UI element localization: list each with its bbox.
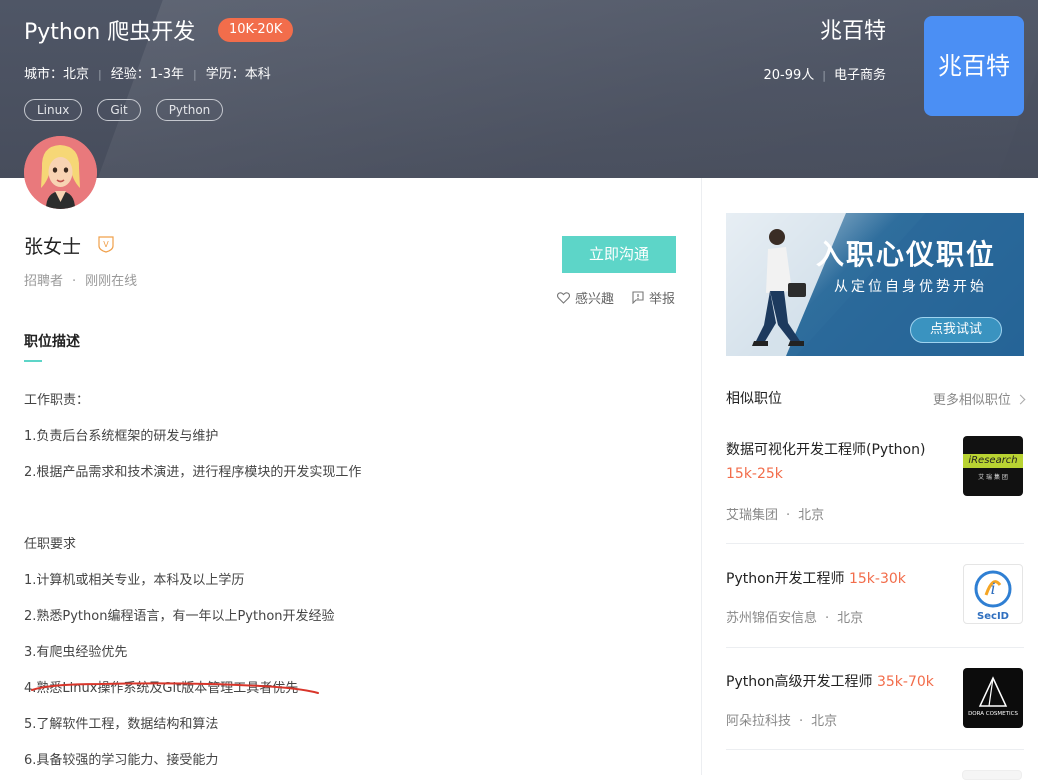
job-actions: 感兴趣 举报 <box>556 288 675 307</box>
company-size: 20-99人 <box>763 68 815 83</box>
similar-job-company: 苏州锦佰安信息 · 北京 <box>726 611 864 626</box>
similar-job-salary: 15k-25k <box>726 466 783 482</box>
duty-item: 1.负责后台系统框架的研发与维护 <box>24 429 219 444</box>
requirements-heading: 任职要求 <box>24 537 77 552</box>
recruiter-status: 招聘者 · 刚刚在线 <box>24 274 138 289</box>
similar-job-title: 数据可视化开发工程师(Python) <box>726 442 926 458</box>
similar-job-item[interactable]: Python高级开发工程师 35k-70k 阿朵拉科技 · 北京 DORA COSM… <box>726 668 1024 750</box>
promo-banner[interactable]: 入职心仪职位 从定位自身优势开始 点我试试 <box>726 213 1024 356</box>
requirement-item: 6.具备较强的学习能力、接受能力 <box>24 753 219 768</box>
job-meta: 城市：北京 | 经验：1-3年 | 学历：本科 <box>24 67 271 82</box>
similar-job-item[interactable]: Python开发工程师 15k-30k 苏州锦佰安信息 · 北京 i SecID <box>726 564 1024 648</box>
svg-text:SecID: SecID <box>977 611 1009 622</box>
requirement-item: 3.有爬虫经验优先 <box>24 645 128 660</box>
tag-git[interactable]: Git <box>97 99 141 121</box>
company-meta: 20-99人 | 电子商务 <box>763 68 886 83</box>
company-logo[interactable]: 兆百特 <box>924 16 1024 116</box>
banner-try-button[interactable]: 点我试试 <box>910 317 1002 343</box>
similar-job-title: Python开发工程师 15k-30k <box>726 571 906 587</box>
similar-job-item[interactable]: 数据可视化开发工程师(Python) 15k-25k 艾瑞集团 · 北京 iRese… <box>726 436 1024 544</box>
tag-linux[interactable]: Linux <box>24 99 83 121</box>
similar-jobs-title: 相似职位 <box>726 391 782 407</box>
job-city: 城市：北京 <box>24 67 90 82</box>
job-education: 学历：本科 <box>205 67 271 82</box>
svg-text:V: V <box>103 240 109 249</box>
duties-heading: 工作职责： <box>24 393 90 408</box>
verified-shield-icon: V <box>98 236 114 253</box>
company-name[interactable]: 兆百特 <box>820 13 886 45</box>
similar-job-company: 阿朵拉科技 · 北京 <box>726 714 838 729</box>
job-tags: Linux Git Python <box>24 99 224 121</box>
section-underline <box>24 360 42 362</box>
salary-badge: 10K-20K <box>218 18 294 42</box>
recruiter-avatar <box>24 136 97 209</box>
recruiter-role: 招聘者 <box>24 274 64 289</box>
requirement-item: 2.熟悉Python编程语言，有一年以上Python开发经验 <box>24 609 335 624</box>
tag-python[interactable]: Python <box>155 99 224 121</box>
report-icon <box>632 291 644 304</box>
similar-job-salary: 35k-70k <box>876 674 934 690</box>
more-similar-jobs-link[interactable]: 更多相似职位 <box>933 389 1026 408</box>
similar-job-logo-partial <box>962 770 1022 780</box>
section-title-description: 职位描述 <box>24 334 80 350</box>
interest-button[interactable]: 感兴趣 <box>556 288 614 307</box>
job-experience: 经验：1-3年 <box>110 67 184 82</box>
recruiter-online: 刚刚在线 <box>85 274 138 289</box>
similar-job-company: 艾瑞集团 · 北京 <box>726 508 825 523</box>
svg-text:DORA COSMETICS: DORA COSMETICS <box>968 711 1018 717</box>
report-button[interactable]: 举报 <box>632 288 675 307</box>
duty-item: 2.根据产品需求和技术演进，进行程序模块的开发实现工作 <box>24 465 362 480</box>
company-logo-iresearch: iResearch 艾 瑞 集 团 <box>963 436 1023 496</box>
chevron-right-icon <box>1015 394 1026 405</box>
chat-now-button[interactable]: 立即沟通 <box>562 236 676 273</box>
company-logo-secid: i SecID <box>963 564 1023 624</box>
similar-job-salary: 15k-30k <box>848 571 906 587</box>
job-header: Python 爬虫开发 10K-20K 城市：北京 | 经验：1-3年 | 学历：本科 … <box>0 0 1038 178</box>
company-industry: 电子商务 <box>833 68 886 83</box>
requirement-item: 1.计算机或相关专业，本科及以上学历 <box>24 573 245 588</box>
heart-icon <box>556 291 570 304</box>
svg-text:i: i <box>990 579 995 598</box>
similar-job-title: Python高级开发工程师 35k-70k <box>726 674 934 690</box>
red-underline-annotation <box>31 682 319 694</box>
banner-title: 入职心仪职位 <box>816 238 997 271</box>
banner-subtitle: 从定位自身优势开始 <box>834 279 987 295</box>
recruiter-name: 张女士 <box>24 236 82 258</box>
requirement-item: 5.了解软件工程，数据结构和算法 <box>24 717 219 732</box>
job-description: 工作职责： 1.负责后台系统框架的研发与维护 2.根据产品需求和技术演进，进行程… <box>24 383 361 779</box>
company-logo-dora: DORA COSMETICS <box>963 668 1023 728</box>
job-title: Python 爬虫开发 <box>24 20 196 45</box>
